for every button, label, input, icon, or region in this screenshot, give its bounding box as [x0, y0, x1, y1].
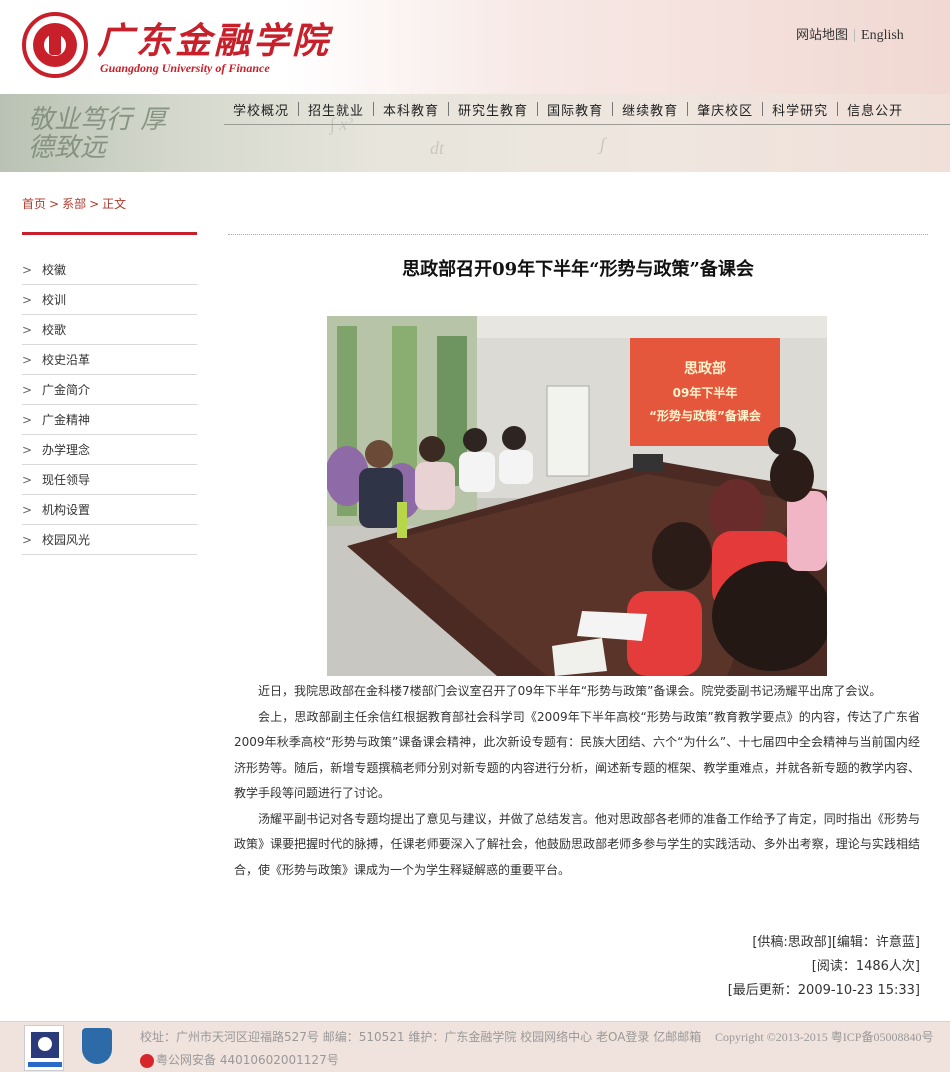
content-divider	[228, 234, 928, 235]
footer-police-text: 粤公网安备 44010602001127号	[156, 1053, 339, 1067]
sidebar-item-label: 现任领导	[42, 473, 91, 487]
sidebar-item-song[interactable]: > 校歌	[22, 315, 197, 345]
sitemap-link[interactable]: 网站地图	[796, 24, 848, 43]
sidebar-item-organization[interactable]: > 机构设置	[22, 495, 197, 525]
nav-item-info-disclosure[interactable]: 信息公开	[838, 100, 912, 119]
nav-item-school-overview[interactable]: 学校概况	[224, 100, 298, 119]
nav-item-graduate[interactable]: 研究生教育	[449, 100, 537, 119]
chevron-right-icon: >	[22, 472, 33, 487]
sidebar-item-label: 校歌	[42, 323, 67, 337]
police-badge-icon	[140, 1053, 154, 1068]
sidebar-item-label: 校徽	[42, 263, 67, 277]
banner-decoration: ʃ	[600, 134, 606, 154]
chevron-right-icon: >	[22, 352, 33, 367]
article-source-editor: [供稿:思政部][编辑：许意蓝]	[752, 935, 920, 950]
screen-text-line1: 思政部	[684, 360, 726, 377]
meeting-photo: 思政部 09年下半年 “形势与政策”备课会	[327, 316, 827, 676]
breadcrumb-home[interactable]: 首页	[22, 197, 46, 211]
breadcrumb-department[interactable]: 系部	[62, 197, 86, 211]
chevron-right-icon: >	[22, 502, 33, 517]
sidebar-item-campus[interactable]: > 校园风光	[22, 525, 197, 555]
sidebar-top-bar	[22, 232, 197, 235]
article-view-count: [阅读：1486人次]	[811, 959, 920, 974]
chevron-right-icon: >	[22, 532, 33, 547]
article-meta: [供稿:思政部][编辑：许意蓝] [阅读：1486人次] [最后更新：2009-…	[728, 931, 920, 1003]
footer-copyright: Copyright ©2013-2015 粤ICP备05008840号	[715, 1030, 934, 1044]
screen-text-line3: “形势与政策”备课会	[649, 408, 762, 423]
nav-item-research[interactable]: 科学研究	[763, 100, 837, 119]
banner-decoration: dt	[430, 138, 445, 158]
logo-english-name[interactable]: Guangdong University of Finance	[100, 61, 270, 76]
chevron-right-icon: >	[22, 322, 33, 337]
sidebar-item-intro[interactable]: > 广金简介	[22, 375, 197, 405]
chevron-right-icon: >	[22, 292, 33, 307]
footer-badge-logo[interactable]	[24, 1025, 64, 1071]
chevron-right-icon: >	[22, 262, 33, 277]
logo-chinese-name[interactable]: 广东金融学院	[97, 12, 331, 64]
screen-text-line2: 09年下半年	[673, 385, 738, 400]
university-seal-logo[interactable]	[22, 12, 88, 78]
nav-item-undergraduate[interactable]: 本科教育	[374, 100, 448, 119]
sidebar-item-label: 广金精神	[42, 413, 91, 427]
banner-calligraphy: 敬业笃行 厚德致远	[28, 105, 167, 163]
breadcrumb-current: 正文	[102, 197, 127, 211]
nav-underline	[224, 124, 950, 125]
nav-item-admission[interactable]: 招生就业	[299, 100, 373, 119]
site-header: 广东金融学院 Guangdong University of Finance 网…	[0, 0, 950, 94]
sidebar-item-motto[interactable]: > 校训	[22, 285, 197, 315]
nav-item-international[interactable]: 国际教育	[538, 100, 612, 119]
sidebar-item-leaders[interactable]: > 现任领导	[22, 465, 197, 495]
article-paragraph: 近日，我院思政部在金科楼7楼部门会议室召开了09年下半年“形势与政策”备课会。院…	[258, 684, 882, 698]
chevron-right-icon: >	[22, 442, 33, 457]
sidebar-item-spirit[interactable]: > 广金精神	[22, 405, 197, 435]
article-title: 思政部召开09年下半年“形势与政策”备课会	[402, 259, 754, 280]
article-paragraph: 汤耀平副书记对各专题均提出了意见与建议，并做了总结发言。他对思政部各老师的准备工…	[234, 811, 920, 877]
sidebar: > 校徽 > 校训 > 校歌 > 校史沿革 > 广金简介 > 广金精神 > 办学理念 > 现任领…	[22, 255, 197, 555]
site-footer: 校址：广州市天河区迎福路527号 邮编：510521 维护：广东金融学院 校园网…	[0, 1021, 950, 1072]
breadcrumb-separator: >	[89, 197, 100, 211]
nav-item-zhaoqing[interactable]: 肇庆校区	[688, 100, 762, 119]
sidebar-item-label: 校史沿革	[42, 353, 91, 367]
footer-shield-logo[interactable]	[82, 1028, 112, 1064]
sidebar-item-emblem[interactable]: > 校徽	[22, 255, 197, 285]
english-link[interactable]: English	[861, 28, 904, 44]
article-paragraph: 会上，思政部副主任余信红根据教育部社会科学司《2009年下半年高校“形势与政策”…	[234, 709, 920, 801]
breadcrumb: 首页 > 系部 > 正文	[22, 195, 129, 212]
sidebar-item-label: 广金简介	[42, 383, 91, 397]
sidebar-item-label: 校训	[42, 293, 67, 307]
footer-police-record[interactable]: 粤公网安备 44010602001127号	[140, 1051, 339, 1068]
sidebar-item-label: 机构设置	[42, 503, 91, 517]
breadcrumb-separator: >	[49, 197, 60, 211]
navigation-banner: 敬业笃行 厚德致远 ∫ x² dt ʃ 学校概况 招生就业 本科教育 研究生教育…	[0, 94, 950, 172]
top-links: 网站地图 English	[796, 24, 904, 44]
chevron-right-icon: >	[22, 382, 33, 397]
footer-address: 校址：广州市天河区迎福路527号 邮编：510521 维护：广东金融学院 校园网…	[140, 1030, 702, 1044]
article-last-updated: [最后更新：2009-10-23 15:33]	[727, 983, 920, 998]
top-link-divider	[854, 29, 856, 42]
main-nav: 学校概况 招生就业 本科教育 研究生教育 国际教育 继续教育 肇庆校区 科学研究…	[224, 94, 912, 124]
article-photo: 思政部 09年下半年 “形势与政策”备课会	[327, 316, 827, 676]
chevron-right-icon: >	[22, 412, 33, 427]
sidebar-item-label: 办学理念	[42, 443, 91, 457]
sidebar-item-philosophy[interactable]: > 办学理念	[22, 435, 197, 465]
sidebar-item-history[interactable]: > 校史沿革	[22, 345, 197, 375]
nav-item-continuing[interactable]: 继续教育	[613, 100, 687, 119]
sidebar-item-label: 校园风光	[42, 533, 91, 547]
article-body: 近日，我院思政部在金科楼7楼部门会议室召开了09年下半年“形势与政策”备课会。院…	[234, 679, 920, 883]
